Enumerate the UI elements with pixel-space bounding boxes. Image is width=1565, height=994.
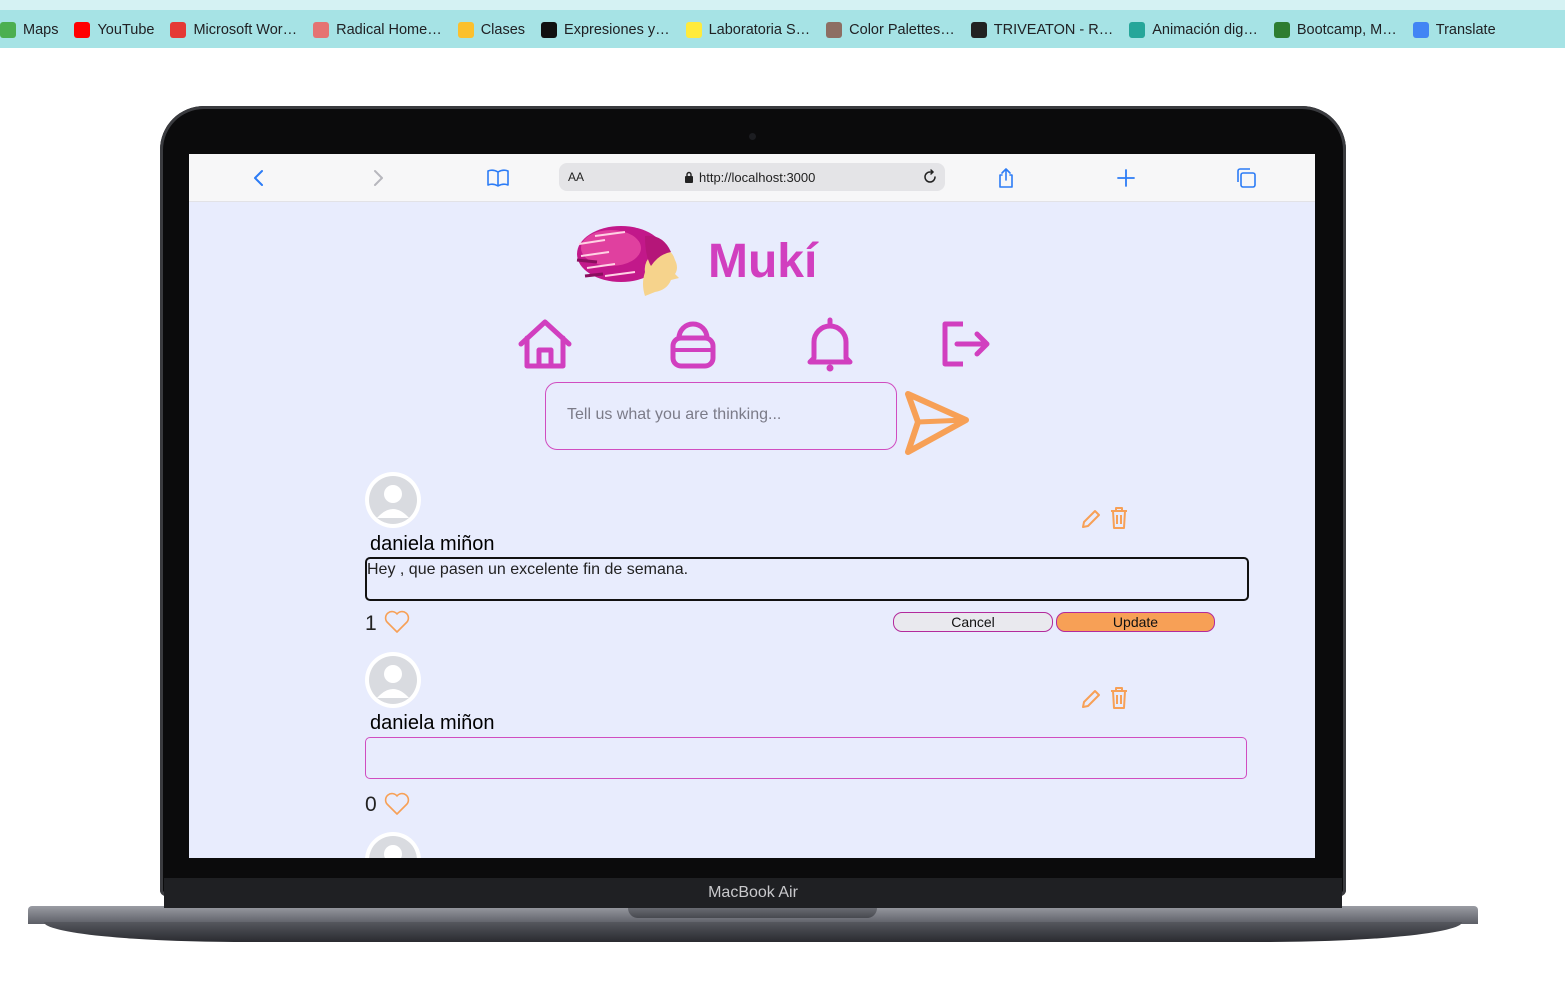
edit-icon[interactable] [1080, 687, 1102, 711]
avatar-icon [369, 836, 417, 858]
bookmark-item[interactable]: Maps [0, 22, 58, 38]
logout-icon[interactable] [935, 316, 995, 372]
bookmark-item[interactable]: Clases [457, 22, 526, 38]
send-icon[interactable] [904, 390, 970, 456]
bookmark-item[interactable]: Radical Home… [313, 22, 442, 38]
bookmark-favicon-icon [457, 22, 474, 38]
bookmark-label: Animación dig… [1152, 22, 1258, 38]
app-title: Mukí [708, 235, 818, 288]
bookmark-label: Laboratoria S… [708, 22, 811, 38]
like-count: 0 [365, 793, 377, 816]
update-button[interactable]: Update [1056, 612, 1215, 632]
avatar [365, 472, 421, 528]
bookmark-item[interactable]: Bootcamp, M… [1273, 22, 1397, 38]
avatar-icon [369, 476, 417, 524]
bookmark-favicon-icon [826, 22, 843, 38]
reader-aa-button[interactable]: AA [568, 170, 584, 184]
bookmark-label: Bootcamp, M… [1296, 22, 1397, 38]
bookmark-label: Expresiones y… [564, 22, 670, 38]
post-author: daniela miñon [370, 712, 495, 734]
bookmark-favicon-icon [313, 22, 330, 38]
bookmark-item[interactable]: YouTube [74, 22, 154, 38]
bookmark-favicon-icon [1412, 22, 1429, 38]
url-text: http://localhost:3000 [699, 170, 816, 185]
bookmark-item[interactable]: Expresiones y… [541, 22, 670, 38]
bookmark-label: Clases [480, 22, 526, 38]
lock-icon[interactable] [663, 316, 723, 372]
bookmark-favicon-icon [170, 22, 187, 38]
bookmark-favicon-icon [0, 22, 16, 38]
tabs-icon[interactable] [1234, 166, 1258, 190]
bookmark-favicon-icon [1273, 22, 1290, 38]
bookmark-label: TRIVEATON - R… [993, 22, 1114, 38]
back-icon[interactable] [247, 166, 271, 190]
post-input[interactable]: Tell us what you are thinking... [545, 382, 897, 450]
camera [749, 133, 756, 140]
post-edit-textarea[interactable]: Hey , que pasen un excelente fin de sema… [365, 557, 1249, 601]
cancel-button[interactable]: Cancel [893, 612, 1053, 632]
edit-icon[interactable] [1080, 507, 1102, 531]
bookmark-label: Translate [1435, 22, 1496, 38]
bookmarks-bar: Maps YouTube Microsoft Wor… Radical Home… Cl… [0, 0, 1565, 48]
avatar-icon [369, 656, 417, 704]
new-tab-icon[interactable] [1114, 166, 1138, 190]
bookmark-item[interactable]: Animación dig… [1129, 22, 1258, 38]
heart-icon[interactable] [384, 792, 410, 816]
heart-icon[interactable] [384, 610, 410, 634]
bookmark-item[interactable]: Color Palettes… [826, 22, 955, 38]
bookmarks-list: Maps YouTube Microsoft Wor… Radical Home… Cl… [0, 18, 1512, 42]
lock-icon [685, 171, 693, 183]
safari-toolbar: AA http://localhost:3000 [189, 154, 1315, 202]
bookmark-favicon-icon [74, 22, 91, 38]
bookmark-label: Microsoft Wor… [193, 22, 298, 38]
laptop-chin: MacBook Air [164, 878, 1342, 908]
avatar [365, 652, 421, 708]
laptop-label: MacBook Air [708, 884, 798, 901]
bookmark-favicon-icon [541, 22, 558, 38]
address-bar[interactable]: AA http://localhost:3000 [559, 163, 945, 191]
reload-icon[interactable] [921, 168, 939, 186]
avatar [365, 832, 421, 858]
post-author: daniela miñon [370, 533, 495, 555]
home-icon[interactable] [515, 316, 575, 372]
bookmark-item[interactable]: Laboratoria S… [685, 22, 811, 38]
share-icon[interactable] [994, 166, 1018, 190]
bookmarks-icon[interactable] [486, 166, 510, 190]
delete-icon[interactable] [1108, 686, 1130, 710]
post-text[interactable]: Hey , que pasen un excelente fin de sema… [367, 561, 688, 579]
bookmark-label: Maps [23, 22, 59, 38]
bookmark-item[interactable]: Translate [1412, 22, 1496, 38]
bookmark-label: YouTube [97, 22, 155, 38]
screen: AA http://localhost:3000 Mukí Tell us wh… [189, 154, 1315, 858]
post-input-placeholder: Tell us what you are thinking... [567, 406, 782, 423]
post-textarea[interactable] [365, 737, 1247, 779]
bell-icon[interactable] [800, 316, 860, 372]
like-count: 1 [365, 612, 377, 635]
address-bar-strip [0, 0, 1565, 10]
laptop-base-bottom [44, 922, 1462, 942]
bookmark-item[interactable]: TRIVEATON - R… [970, 22, 1114, 38]
bookmark-favicon-icon [1129, 22, 1146, 38]
muki-logo-icon [576, 226, 679, 296]
bookmark-favicon-icon [970, 22, 987, 38]
bookmark-item[interactable]: Microsoft Wor… [170, 22, 297, 38]
bookmark-label: Color Palettes… [849, 22, 955, 38]
bookmark-favicon-icon [685, 22, 702, 38]
forward-icon[interactable] [366, 166, 390, 190]
delete-icon[interactable] [1108, 506, 1130, 530]
bookmark-label: Radical Home… [336, 22, 442, 38]
